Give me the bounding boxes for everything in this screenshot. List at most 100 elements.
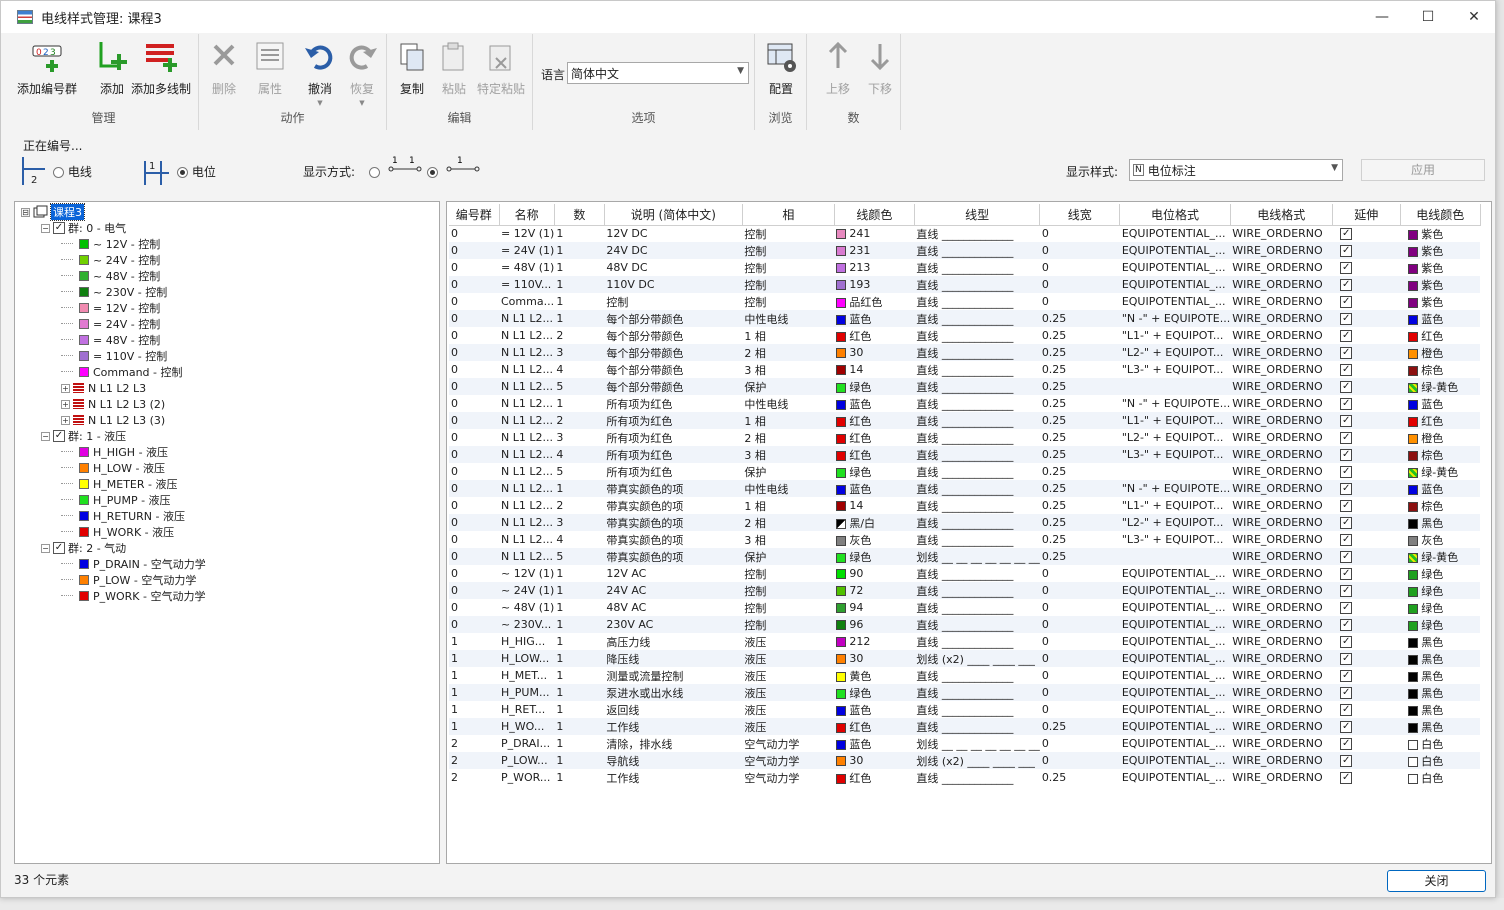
table-row[interactable]: 0 N L1 L2... 2 每个部分带颜色 1 相 红色 直线 _____________… (449, 327, 1480, 344)
extend-checkbox[interactable]: ✓ (1340, 721, 1353, 733)
paste-special-button[interactable]: 特定粘贴 (477, 40, 525, 97)
redo-dropdown-icon[interactable]: ▼ (359, 99, 364, 107)
tree-row[interactable]: H_HIGH - 液压 (61, 444, 168, 460)
extend-checkbox[interactable]: ✓ (1340, 415, 1353, 427)
column-header[interactable]: 线宽 (1039, 204, 1121, 226)
column-header[interactable]: 电线颜色 (1400, 204, 1481, 226)
expand-icon[interactable]: + (61, 415, 70, 425)
table-row[interactable]: 0 = 24V (1) 1 24V DC 控制 231 直线 _____________ 0 E… (449, 242, 1481, 259)
tree-row[interactable]: − ✓ 群: 0 - 电气 (41, 220, 126, 236)
expand-icon[interactable]: + (61, 399, 70, 409)
table-row[interactable]: 1 H_MET... 1 测量或流量控制 液压 黄色 直线 _____________ 0 EQ… (449, 667, 1480, 684)
group-checkbox[interactable]: ✓ (53, 542, 65, 554)
tree-row[interactable]: H_PUMP - 液压 (61, 492, 171, 508)
extend-checkbox[interactable]: ✓ (1340, 568, 1353, 580)
extend-checkbox[interactable]: ✓ (1340, 500, 1353, 512)
tree-row[interactable]: ~ 48V - 控制 (61, 268, 160, 284)
column-header[interactable]: 编号群 (449, 204, 500, 226)
tree-row[interactable]: = 24V - 控制 (61, 316, 160, 332)
tree-row[interactable]: ~ 12V - 控制 (61, 236, 160, 252)
table-row[interactable]: 0 ~ 24V (1) 1 24V AC 控制 72 直线 _____________ 0 EQ… (449, 582, 1481, 599)
collapse-icon[interactable]: − (41, 223, 50, 233)
collapse-icon[interactable]: ⊟ (21, 207, 30, 217)
tree-root-row[interactable]: ⊟ 课程3 (21, 203, 85, 221)
move-down-button[interactable]: 下移 (863, 40, 897, 97)
tree-row[interactable]: ~ 230V - 控制 (61, 284, 167, 300)
column-header[interactable]: 电位格式 (1119, 204, 1231, 226)
group-checkbox[interactable]: ✓ (53, 222, 65, 234)
table-row[interactable]: 1 H_RET... 1 返回线 液压 蓝色 直线 _____________ 0 EQUIPO… (449, 701, 1480, 718)
tree-row[interactable]: ~ 24V - 控制 (61, 252, 160, 268)
tree-row[interactable]: H_LOW - 液压 (61, 460, 165, 476)
table-row[interactable]: 1 H_PUM... 1 泵进水或出水线 液压 绿色 直线 _____________ 0 EQ… (449, 684, 1481, 701)
tree-row[interactable]: = 48V - 控制 (61, 332, 160, 348)
extend-checkbox[interactable]: ✓ (1340, 517, 1353, 529)
close-window-button[interactable]: ✕ (1451, 1, 1497, 33)
extend-checkbox[interactable]: ✓ (1340, 466, 1353, 478)
extend-checkbox[interactable]: ✓ (1340, 398, 1353, 410)
collapse-icon[interactable]: − (41, 431, 50, 441)
column-header[interactable]: 相 (742, 204, 835, 226)
table-row[interactable]: 2 P_LOW... 1 导航线 空气动力学 30 划线 (x2) ____ ____ __… (449, 752, 1481, 769)
add-numbering-group-button[interactable]: 023 添加编号群 (17, 40, 77, 97)
configure-button[interactable]: 配置 (764, 40, 798, 97)
tree-row[interactable]: = 110V - 控制 (61, 348, 167, 364)
table-row[interactable]: 0N L1 L2... 3 带真实颜色的项 2 相黑/白 直线 ____________… (449, 514, 1481, 531)
display-mode-radio-1[interactable] (369, 167, 380, 178)
tree-row[interactable]: + N L1 L2 L3 (3) (61, 412, 165, 428)
table-row[interactable]: 0 N L1 L2... 5 所有项为红色 保护 绿色 直线 _____________ 0.… (449, 463, 1480, 480)
extend-checkbox[interactable]: ✓ (1340, 483, 1353, 495)
table-row[interactable]: 1 H_LOW... 1 降压线 液压 30 划线 (x2) ____ ____ ___ 0 E… (449, 650, 1481, 667)
apply-button[interactable]: 应用 (1361, 159, 1485, 181)
table-row[interactable]: 0 ~ 12V (1) 1 12V AC 控制 90 直线 _____________ 0 EQ… (449, 565, 1480, 582)
extend-checkbox[interactable]: ✓ (1340, 772, 1353, 784)
minimize-button[interactable]: — (1359, 1, 1405, 33)
extend-checkbox[interactable]: ✓ (1340, 245, 1353, 257)
table-row[interactable]: 0N L1 L2... 1 带真实颜色的项 中性电线 蓝色 直线 ____________… (449, 480, 1481, 497)
collapse-icon[interactable]: − (41, 543, 50, 553)
display-style-select[interactable]: N 电位标注 ▼ (1129, 159, 1343, 181)
table-row[interactable]: 0N L1 L2... 2 所有项为红色 1 相红色 直线 _____________ 0… (449, 412, 1481, 429)
column-header[interactable]: 电线格式 (1230, 204, 1333, 226)
language-select[interactable]: 简体中文 ▼ (567, 62, 749, 84)
table-row[interactable]: 0N L1 L2... 5 每个部分带颜色 保护 绿色 直线 _____________ 0… (449, 378, 1481, 395)
extend-checkbox[interactable]: ✓ (1340, 364, 1353, 376)
extend-checkbox[interactable]: ✓ (1340, 755, 1353, 767)
table-row[interactable]: 0 = 48V (1) 1 48V DC 控制 213 直线 _____________ 0 E… (449, 259, 1480, 276)
tree-row[interactable]: + N L1 L2 L3 (2) (61, 396, 165, 412)
tree-row[interactable]: − ✓ 群: 2 - 气动 (41, 540, 126, 556)
extend-checkbox[interactable]: ✓ (1340, 449, 1353, 461)
extend-checkbox[interactable]: ✓ (1340, 330, 1353, 342)
extend-checkbox[interactable]: ✓ (1340, 585, 1353, 597)
column-header[interactable]: 名称 (499, 204, 555, 226)
extend-checkbox[interactable]: ✓ (1340, 670, 1353, 682)
extend-checkbox[interactable]: ✓ (1340, 551, 1353, 563)
table-row[interactable]: 2 P_WOR... 1 工作线 空气动力学 红色 直线 _____________ 0.25… (449, 769, 1480, 786)
wire-style-tree[interactable]: ⊟ 课程3 − ✓ 群: 0 - 电气 ~ 12V - 控制 ~ 24V - 控制 ~ 4… (14, 201, 440, 864)
table-row[interactable]: 0 N L1 L2... 3 所有项为红色 2 相 红色 直线 _____________ 0… (449, 429, 1480, 446)
expand-icon[interactable]: + (61, 383, 70, 393)
properties-button[interactable]: 属性 (253, 40, 287, 97)
opt-wire[interactable]: 电线 (53, 163, 92, 180)
extend-checkbox[interactable]: ✓ (1340, 228, 1353, 241)
table-row[interactable]: 0 = 12V (1) 1 12V DC 控制 241 直线 _____________ 0 E… (449, 225, 1480, 242)
table-row[interactable]: 0 ~ 230V... 1 230V AC 控制 96 直线 _____________ 0 E… (449, 616, 1481, 633)
copy-button[interactable]: 复制 (395, 40, 429, 97)
extend-checkbox[interactable]: ✓ (1340, 653, 1353, 665)
table-row[interactable]: 0 = 110V... 1 110V DC 控制 193 直线 _____________ 0… (449, 276, 1481, 293)
table-row[interactable]: 0N L1 L2... 1 每个部分带颜色 中性电线 蓝色 直线 ____________… (449, 310, 1481, 327)
display-mode-radio-2[interactable] (427, 167, 438, 178)
potential-radio[interactable] (177, 167, 188, 178)
column-header[interactable]: 线型 (914, 204, 1041, 226)
extend-checkbox[interactable]: ✓ (1340, 313, 1353, 325)
extend-checkbox[interactable]: ✓ (1340, 738, 1353, 750)
opt-potential[interactable]: 电位 (177, 163, 216, 180)
column-header[interactable]: 延伸 (1332, 204, 1401, 226)
table-row[interactable]: 0 Comma... 1 控制 控制 品红色 直线 _____________ 0 EQUIPO… (449, 293, 1480, 310)
extend-checkbox[interactable]: ✓ (1340, 432, 1353, 444)
wire-style-grid[interactable]: 编号群 名称数说明 (简体中文) 相线颜色 线型 线宽 电位格式 电线格式 延伸 电线颜色 0 =… (446, 201, 1492, 864)
tree-row[interactable]: P_WORK - 空气动力学 (61, 588, 206, 604)
extend-checkbox[interactable]: ✓ (1340, 381, 1353, 393)
tree-row[interactable]: + N L1 L2 L3 (61, 380, 146, 396)
tree-row[interactable]: P_DRAIN - 空气动力学 (61, 556, 206, 572)
